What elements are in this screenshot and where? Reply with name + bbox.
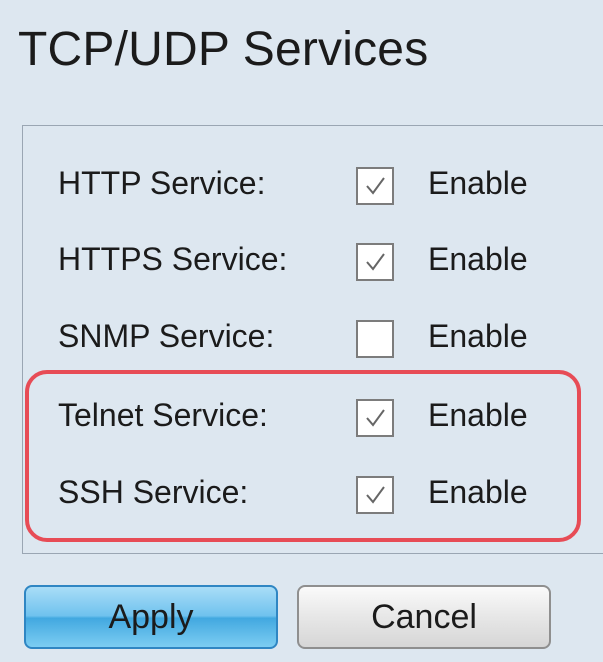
check-icon	[366, 177, 385, 195]
service-row-http: HTTP Service: Enable	[58, 163, 578, 205]
service-row-ssh: SSH Service: Enable	[58, 472, 578, 514]
cancel-button[interactable]: Cancel	[297, 585, 551, 649]
service-row-telnet: Telnet Service: Enable	[58, 395, 578, 437]
check-icon	[366, 409, 385, 427]
http-enable-checkbox[interactable]	[356, 167, 394, 205]
http-service-label: HTTP Service:	[58, 165, 266, 201]
page-title: TCP/UDP Services	[18, 23, 429, 76]
telnet-enable-label: Enable	[428, 397, 528, 433]
services-page: TCP/UDP Services HTTP Service: Enable HT…	[0, 0, 603, 662]
https-enable-label: Enable	[428, 241, 528, 277]
check-icon	[366, 486, 385, 504]
telnet-enable-checkbox[interactable]	[356, 399, 394, 437]
http-enable-label: Enable	[428, 165, 528, 201]
snmp-service-label: SNMP Service:	[58, 318, 275, 354]
ssh-service-label: SSH Service:	[58, 474, 249, 510]
service-row-snmp: SNMP Service: Enable	[58, 316, 578, 358]
service-row-https: HTTPS Service: Enable	[58, 239, 578, 281]
check-icon	[366, 253, 385, 271]
https-service-label: HTTPS Service:	[58, 241, 288, 277]
ssh-enable-checkbox[interactable]	[356, 476, 394, 514]
apply-button[interactable]: Apply	[24, 585, 278, 649]
telnet-service-label: Telnet Service:	[58, 397, 268, 433]
snmp-enable-label: Enable	[428, 318, 528, 354]
snmp-enable-checkbox[interactable]	[356, 320, 394, 358]
ssh-enable-label: Enable	[428, 474, 528, 510]
https-enable-checkbox[interactable]	[356, 243, 394, 281]
